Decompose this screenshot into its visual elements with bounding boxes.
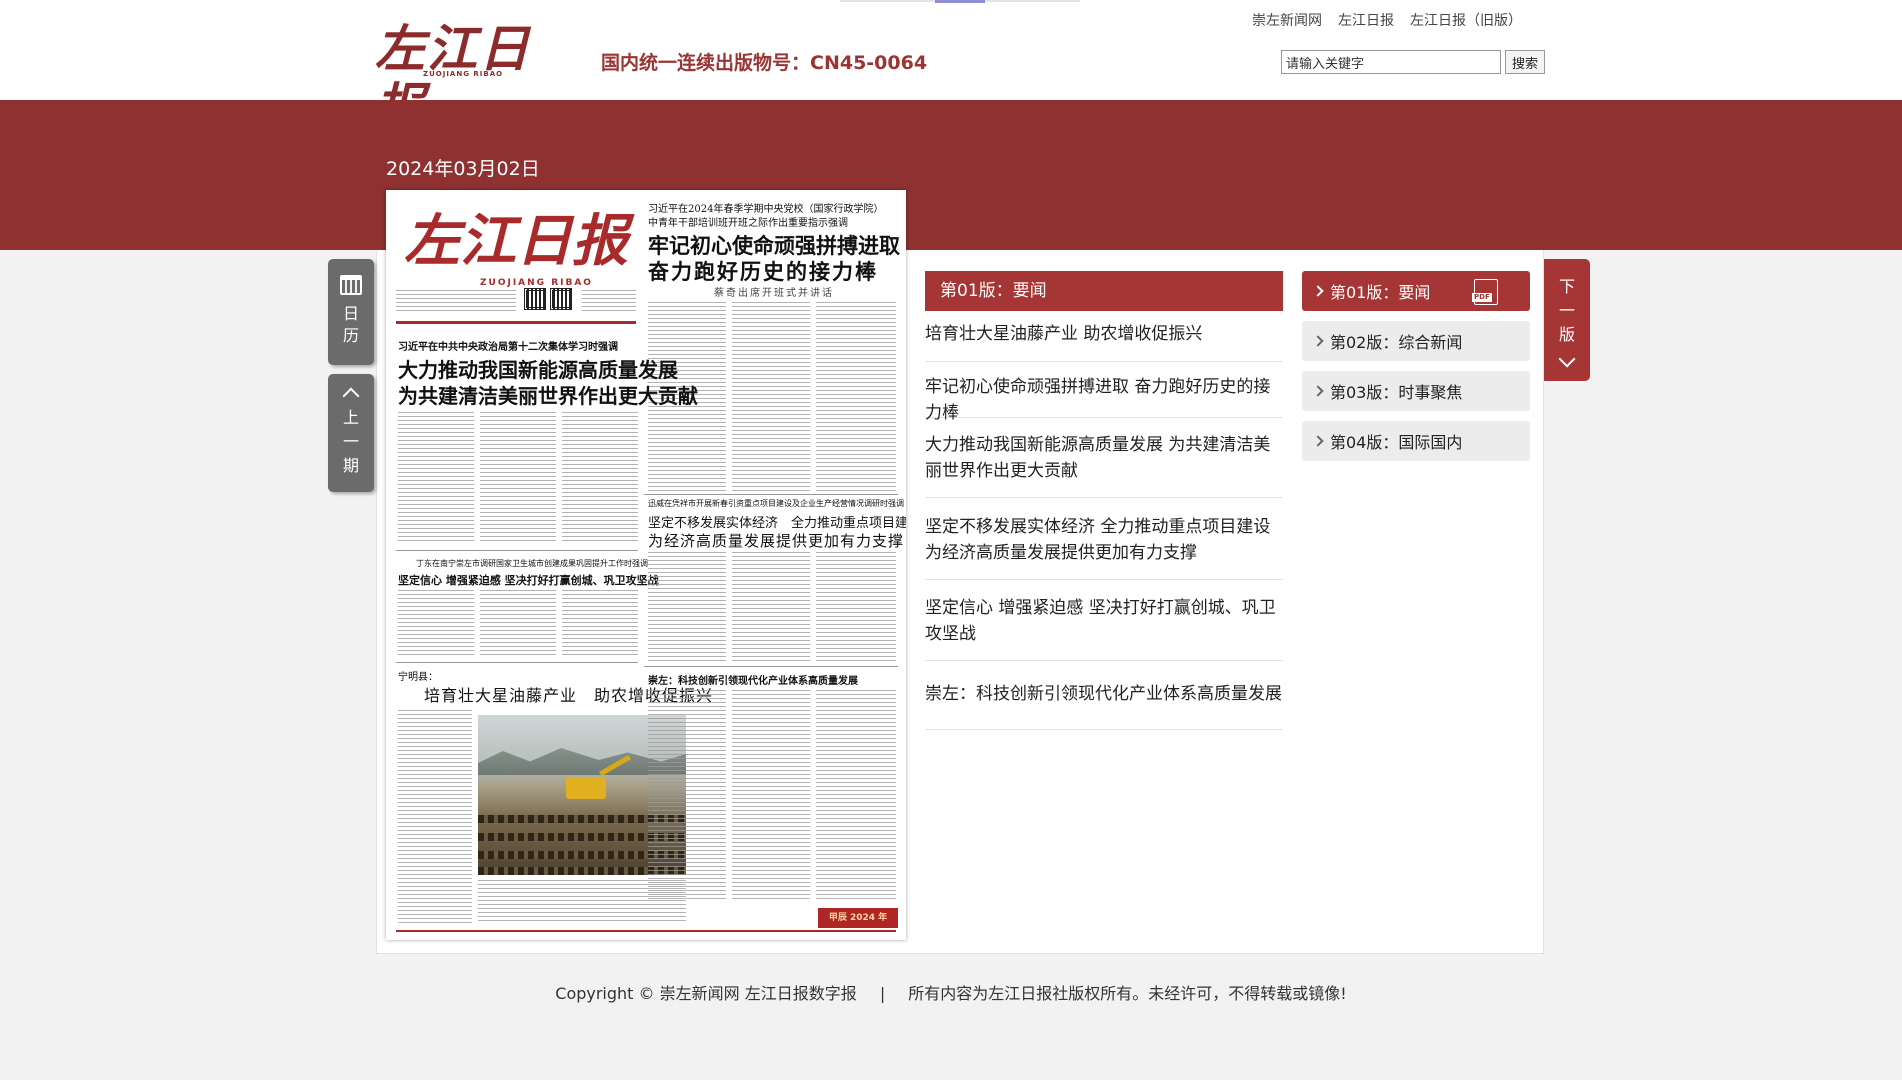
bottom-kicker[interactable]: 宁明县： <box>398 668 438 683</box>
article-body-text <box>562 412 638 544</box>
page-item-label: 第03版：时事聚焦 <box>1330 383 1463 402</box>
chevron-down-icon <box>1558 350 1576 368</box>
page-item-label: 第01版：要闻 <box>1330 283 1431 302</box>
calendar-tab[interactable]: 日历 <box>328 259 374 365</box>
page-item-01[interactable]: 第01版：要闻 PDF <box>1302 271 1530 311</box>
mid-kicker[interactable]: 迅威在凭祥市开展新春引资重点项目建设及企业生产经营情况调研时强调 <box>648 498 904 509</box>
page-item-04[interactable]: 第04版：国际国内 <box>1302 421 1530 461</box>
chevron-right-icon <box>1312 285 1324 297</box>
pdf-icon-label: PDF <box>1472 293 1492 302</box>
articles-heading: 第01版：要闻 <box>925 271 1283 311</box>
logo-subtitle: ZUOJIANG RIBAO <box>423 70 504 78</box>
previous-issue-label: 上一期 <box>342 408 359 475</box>
chevron-right-icon <box>1312 435 1324 447</box>
page-bottom-rule <box>396 930 896 932</box>
search-button[interactable]: 搜索 <box>1505 50 1545 74</box>
column-rule <box>644 494 898 495</box>
article-body-text <box>816 690 896 900</box>
left-headline-1[interactable]: 大力推动我国新能源高质量发展 <box>398 354 678 383</box>
next-page-tab[interactable]: 下一版 <box>1544 259 1590 381</box>
pdf-icon[interactable]: PDF <box>1472 279 1498 305</box>
site-logo[interactable]: 左江日报 ZUOJIANG RIBAO <box>375 20 570 136</box>
paper-logo: 左江日报 <box>404 208 628 274</box>
top-subhead: 蔡奇出席开班式并讲话 <box>714 288 834 299</box>
page-item-label: 第02版：综合新闻 <box>1330 333 1463 352</box>
chevron-right-icon <box>1312 385 1324 397</box>
column-rule <box>644 666 898 667</box>
article-body-text <box>648 552 726 662</box>
small-kicker[interactable]: 丁东在南宁崇左市调研国家卫生城市创建成果巩固提升工作时强调 <box>416 558 648 569</box>
photo-excavator <box>566 777 606 799</box>
page-item-02[interactable]: 第02版：综合新闻 <box>1302 321 1530 361</box>
article-link[interactable]: 牢记初心使命顽强拼搏进取 奋力跑好历史的接力棒 <box>925 362 1283 423</box>
left-kicker[interactable]: 习近平在中共中央政治局第十二次集体学习时强调 <box>398 338 618 353</box>
page-list: 第01版：要闻 PDF 第02版：综合新闻 第03版：时事聚焦 第04版：国际国… <box>1302 271 1530 471</box>
mid-headline-2[interactable]: 为经济高质量发展提供更加有力支撑 <box>648 530 904 551</box>
column-rule <box>396 662 638 663</box>
site-header: 左江日报 ZUOJIANG RIBAO 国内统一连续出版物号：CN45-0064… <box>0 0 1902 136</box>
red-banner <box>0 100 1902 250</box>
article-list: 培育壮大星油藤产业 助农增收促振兴 牢记初心使命顽强拼搏进取 奋力跑好历史的接力… <box>925 315 1283 730</box>
top-kicker-1[interactable]: 习近平在2024年春季学期中央党校（国家行政学院） <box>648 200 883 215</box>
article-body-text <box>732 302 810 492</box>
footer-separator: | <box>879 984 886 1003</box>
article-body-text <box>480 412 556 544</box>
article-link[interactable]: 大力推动我国新能源高质量发展 为共建清洁美丽世界作出更大贡献 <box>925 418 1283 498</box>
article-body-text <box>648 690 726 900</box>
small-headline[interactable]: 坚定信心 增强紧迫感 坚决打好打赢创城、巩卫攻坚战 <box>398 572 659 588</box>
previous-issue-tab[interactable]: 上一期 <box>328 374 374 492</box>
year-badge: 甲辰 2024 年 <box>818 908 898 928</box>
calendar-icon <box>340 275 362 295</box>
qr-code-icon <box>550 288 572 310</box>
footer-notice: 所有内容为左江日报社版权所有。未经许可，不得转载或镜像! <box>908 984 1347 1003</box>
article-link[interactable]: 培育壮大星油藤产业 助农增收促振兴 <box>925 315 1283 362</box>
link-zuojiang-daily-old[interactable]: 左江日报（旧版） <box>1410 10 1522 30</box>
top-links: 崇左新闻网 左江日报 左江日报（旧版） <box>1252 10 1522 30</box>
calendar-tab-label: 日历 <box>342 304 359 345</box>
header-top-accent <box>935 0 985 3</box>
paper-logo-sub: ZUOJIANG RIBAO <box>480 278 593 288</box>
article-body-text <box>398 590 474 656</box>
publication-number: 国内统一连续出版物号：CN45-0064 <box>601 52 928 74</box>
mid-headline-1[interactable]: 坚定不移发展实体经济 全力推动重点项目建设 <box>648 512 906 531</box>
article-link[interactable]: 坚定信心 增强紧迫感 坚决打好打赢创城、巩卫攻坚战 <box>925 580 1283 661</box>
article-body-text <box>816 552 896 662</box>
article-body-text <box>562 590 638 656</box>
right-headline[interactable]: 崇左：科技创新引领现代化产业体系高质量发展 <box>648 672 858 687</box>
page-item-label: 第04版：国际国内 <box>1330 433 1463 452</box>
next-page-label: 下一版 <box>1558 277 1575 344</box>
search-input[interactable] <box>1281 50 1501 74</box>
article-body-text <box>480 590 556 656</box>
masthead-rule <box>396 321 636 324</box>
link-zuojiang-daily[interactable]: 左江日报 <box>1338 10 1394 30</box>
newspaper-page-image[interactable]: 左江日报 ZUOJIANG RIBAO 习近平在2024年春季学期中央党校（国家… <box>386 190 906 940</box>
article-link[interactable]: 坚定不移发展实体经济 全力推动重点项目建设 为经济高质量发展提供更加有力支撑 <box>925 498 1283 580</box>
article-link[interactable]: 崇左：科技创新引领现代化产业体系高质量发展 <box>925 661 1283 730</box>
masthead-info-text <box>396 290 516 314</box>
masthead-info-text <box>582 290 636 314</box>
article-body-text <box>732 552 810 662</box>
qr-code-icon <box>524 288 546 310</box>
left-headline-2[interactable]: 为共建清洁美丽世界作出更大贡献 <box>398 380 698 409</box>
chevron-right-icon <box>1312 335 1324 347</box>
article-body-text <box>398 710 472 925</box>
link-chongzuo-news[interactable]: 崇左新闻网 <box>1252 10 1322 30</box>
article-body-text <box>816 302 896 492</box>
chevron-up-icon <box>342 387 360 405</box>
article-body-text <box>398 412 474 544</box>
footer-copyright: Copyright © 崇左新闻网 左江日报数字报 <box>555 984 857 1003</box>
issue-date: 2024年03月02日 <box>386 158 540 180</box>
site-footer: Copyright © 崇左新闻网 左江日报数字报 | 所有内容为左江日报社版权… <box>0 980 1902 1004</box>
top-headline-2[interactable]: 奋力跑好历史的接力棒 <box>648 256 878 286</box>
article-body-text <box>732 690 810 900</box>
page-item-03[interactable]: 第03版：时事聚焦 <box>1302 371 1530 411</box>
top-kicker-2[interactable]: 中青年干部培训班开班之际作出重要指示强调 <box>648 214 848 229</box>
column-rule <box>396 550 638 551</box>
